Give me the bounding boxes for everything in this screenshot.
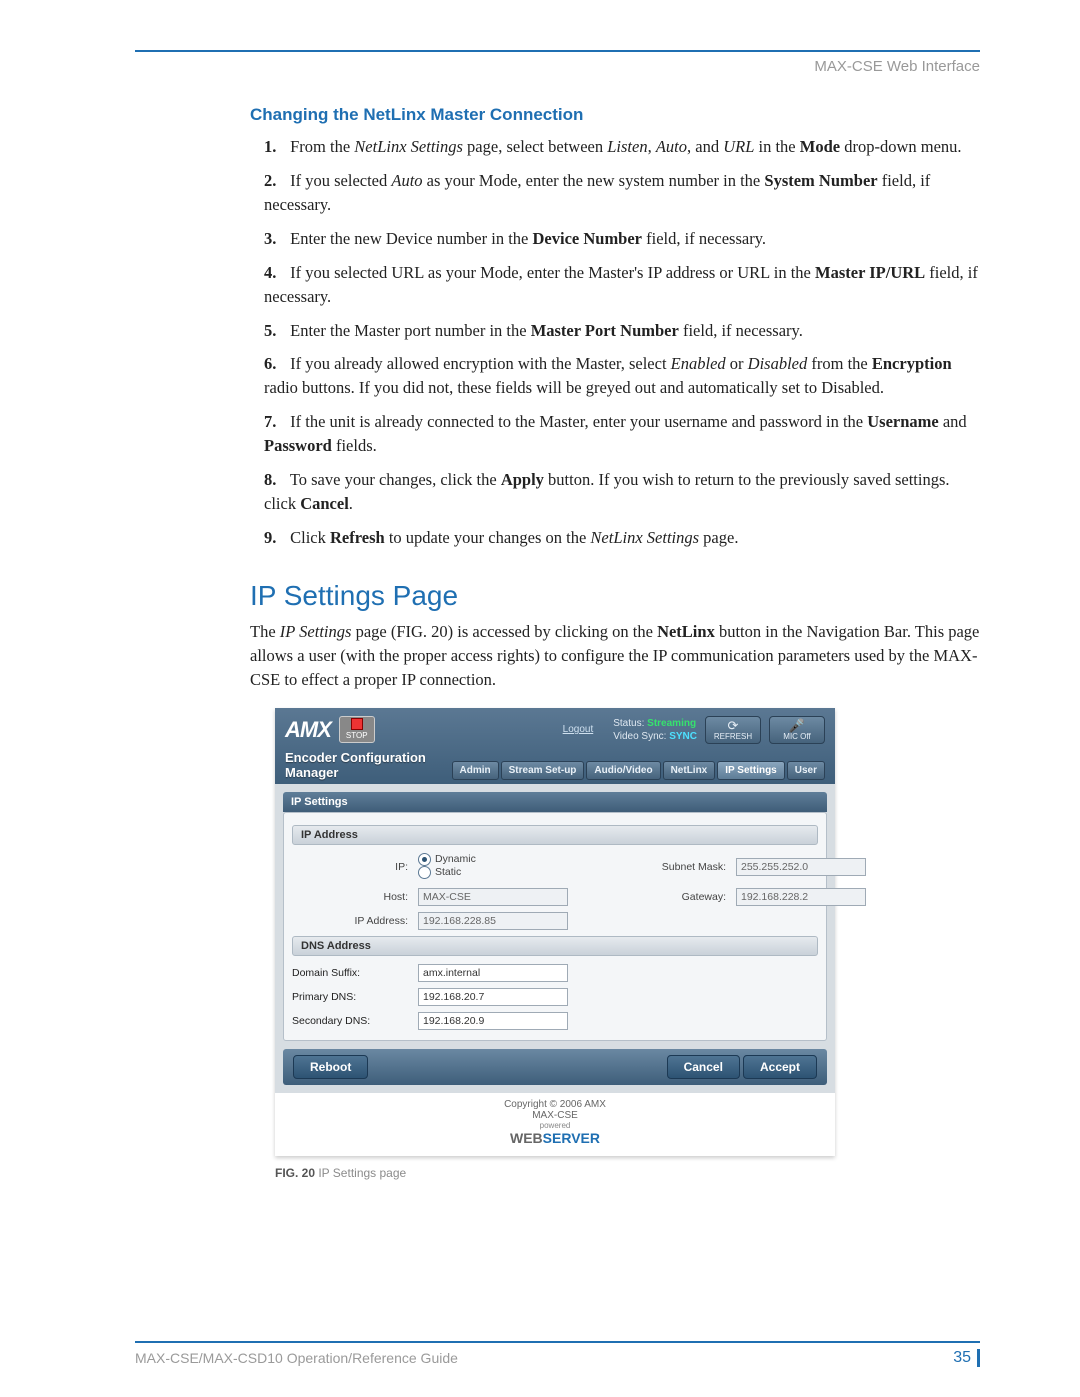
step-1: 1. From the NetLinx Settings page, selec… bbox=[260, 135, 980, 159]
footer-bar-icon bbox=[977, 1349, 980, 1367]
refresh-button[interactable]: ⟳REFRESH bbox=[705, 716, 761, 744]
amx-logo: AMX bbox=[285, 717, 331, 743]
footer-page-number: 35 bbox=[953, 1349, 971, 1366]
mic-icon: 🎤 bbox=[789, 719, 805, 732]
step-2: 2. If you selected Auto as your Mode, en… bbox=[260, 169, 980, 217]
ip-label: IP: bbox=[292, 861, 412, 873]
primary-dns-field[interactable]: 192.168.20.7 bbox=[418, 988, 568, 1006]
tab-admin[interactable]: Admin bbox=[452, 761, 499, 780]
subhead-dns-address: DNS Address bbox=[292, 936, 818, 956]
step-5: 5. Enter the Master port number in the M… bbox=[260, 319, 980, 343]
steps-list: 1. From the NetLinx Settings page, selec… bbox=[260, 135, 980, 550]
step-7: 7. If the unit is already connected to t… bbox=[260, 410, 980, 458]
host-label: Host: bbox=[292, 891, 412, 903]
ip-settings-screenshot: AMX STOP Logout Status: Streaming Video … bbox=[275, 708, 835, 1156]
status-block: Status: Streaming Video Sync: SYNC bbox=[613, 717, 697, 743]
ipaddress-label: IP Address: bbox=[292, 915, 412, 927]
subnet-field[interactable]: 255.255.252.0 bbox=[736, 858, 866, 876]
accept-button[interactable]: Accept bbox=[743, 1055, 817, 1079]
ip-dynamic-radio[interactable]: Dynamic bbox=[418, 853, 476, 866]
host-field[interactable]: MAX-CSE bbox=[418, 888, 568, 906]
screenshot-footer: Copyright © 2006 AMX MAX-CSE powered WEB… bbox=[275, 1093, 835, 1156]
section-heading-ip-settings: IP Settings Page bbox=[250, 580, 980, 612]
gateway-label: Gateway: bbox=[640, 891, 730, 903]
step-9: 9. Click Refresh to update your changes … bbox=[260, 526, 980, 550]
reboot-button[interactable]: Reboot bbox=[293, 1055, 368, 1079]
ip-static-radio[interactable]: Static bbox=[418, 866, 461, 879]
ipaddress-field[interactable]: 192.168.228.85 bbox=[418, 912, 568, 930]
secondary-dns-label: Secondary DNS: bbox=[292, 1015, 412, 1027]
radio-on-icon bbox=[418, 853, 431, 866]
stop-button[interactable]: STOP bbox=[339, 716, 375, 743]
mic-button[interactable]: 🎤MIC Off bbox=[769, 716, 825, 744]
cancel-button[interactable]: Cancel bbox=[667, 1055, 740, 1079]
ip-settings-paragraph: The IP Settings page (FIG. 20) is access… bbox=[250, 620, 980, 692]
tab-ip-settings[interactable]: IP Settings bbox=[717, 761, 785, 780]
tab-netlinx[interactable]: NetLinx bbox=[663, 761, 716, 780]
domain-suffix-field[interactable]: amx.internal bbox=[418, 964, 568, 982]
refresh-icon: ⟳ bbox=[728, 719, 739, 732]
step-8: 8. To save your changes, click the Apply… bbox=[260, 468, 980, 516]
page-header-right: MAX-CSE Web Interface bbox=[135, 58, 980, 75]
nav-tabs: Admin Stream Set-up Audio/Video NetLinx … bbox=[452, 761, 825, 780]
logout-link[interactable]: Logout bbox=[563, 724, 594, 735]
gateway-field[interactable]: 192.168.228.2 bbox=[736, 888, 866, 906]
subnet-label: Subnet Mask: bbox=[640, 861, 730, 873]
footer-doc-title: MAX-CSE/MAX-CSD10 Operation/Reference Gu… bbox=[135, 1350, 458, 1366]
figure-caption: FIG. 20 IP Settings page bbox=[275, 1166, 980, 1180]
tab-stream-setup[interactable]: Stream Set-up bbox=[501, 761, 585, 780]
step-4: 4. If you selected URL as your Mode, ent… bbox=[260, 261, 980, 309]
tab-audio-video[interactable]: Audio/Video bbox=[586, 761, 660, 780]
step-6: 6. If you already allowed encryption wit… bbox=[260, 352, 980, 400]
subhead-ip-address: IP Address bbox=[292, 825, 818, 845]
primary-dns-label: Primary DNS: bbox=[292, 991, 412, 1003]
secondary-dns-field[interactable]: 192.168.20.9 bbox=[418, 1012, 568, 1030]
step-3: 3. Enter the new Device number in the De… bbox=[260, 227, 980, 251]
domain-suffix-label: Domain Suffix: bbox=[292, 967, 412, 979]
ecm-title: Encoder Configuration Manager bbox=[285, 750, 452, 780]
section-heading-changing-netlinx: Changing the NetLinx Master Connection bbox=[250, 105, 980, 125]
radio-off-icon bbox=[418, 866, 431, 879]
tab-user[interactable]: User bbox=[787, 761, 825, 780]
panel-title-ip-settings: IP Settings bbox=[283, 792, 827, 812]
stop-icon bbox=[351, 718, 363, 730]
